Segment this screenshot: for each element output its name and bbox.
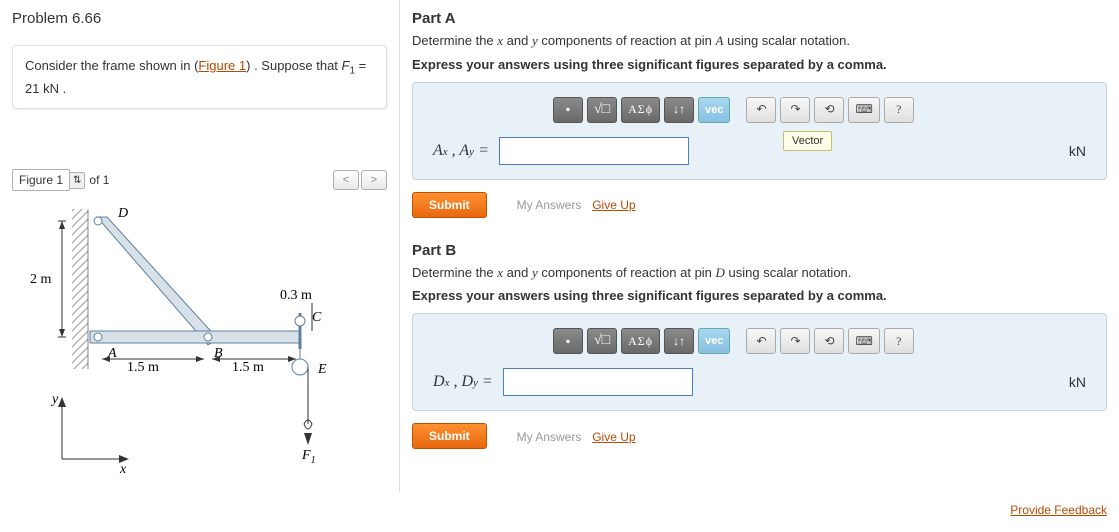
part-b-input[interactable] <box>503 368 693 396</box>
reset-icon[interactable]: ⟲ <box>814 97 844 123</box>
provide-feedback-link[interactable]: Provide Feedback <box>1010 503 1107 517</box>
template-icon[interactable]: ▪ <box>553 97 583 123</box>
problem-title: Problem 6.66 <box>0 0 399 37</box>
left-column: Problem 6.66 Consider the frame shown in… <box>0 0 400 492</box>
vector-button[interactable]: vec <box>698 97 730 123</box>
undo-icon[interactable]: ↶ <box>746 97 776 123</box>
feedback-row: Provide Feedback <box>0 492 1119 523</box>
prompt-box: Consider the frame shown in (Figure 1) .… <box>12 45 387 109</box>
svg-text:F1: F1 <box>301 448 316 466</box>
svg-text:0.3 m: 0.3 m <box>280 288 312 303</box>
my-answers-label: My Answers <box>517 430 582 444</box>
part-b-text: Determine the x and y components of reac… <box>412 263 1107 289</box>
part-a-input[interactable] <box>499 137 689 165</box>
keyboard-icon[interactable]: ⌨ <box>848 328 879 354</box>
svg-text:D: D <box>117 206 128 221</box>
greek-button[interactable]: ΑΣϕ <box>621 97 660 123</box>
figure-nav: < > <box>333 170 387 190</box>
answer-row: Ax , Ay = kN <box>433 137 1086 165</box>
vector-button[interactable]: vec <box>698 328 730 354</box>
redo-icon[interactable]: ↷ <box>780 328 810 354</box>
part-a-submit-row: Submit My Answers Give Up <box>412 186 1107 232</box>
part-b-submit-row: Submit My Answers Give Up <box>412 417 1107 463</box>
undo-icon[interactable]: ↶ <box>746 328 776 354</box>
toolbar: ▪ √□ ΑΣϕ ↓↑ vec ↶ ↷ ⟲ ⌨ ? <box>553 328 1086 354</box>
answer-label: Dx , Dy = <box>433 373 493 391</box>
updown-icon[interactable]: ↓↑ <box>664 328 694 354</box>
part-b-instruction: Express your answers using three signifi… <box>412 288 1107 313</box>
part-a-text: Determine the x and y components of reac… <box>412 31 1107 57</box>
part-b-title: Part B <box>412 232 1107 263</box>
submit-button[interactable]: Submit <box>412 423 487 449</box>
template-icon[interactable]: ▪ <box>553 328 583 354</box>
part-b-answer-box: ▪ √□ ΑΣϕ ↓↑ vec ↶ ↷ ⟲ ⌨ ? Dx , Dy = kN <box>412 313 1107 411</box>
help-button[interactable]: ? <box>884 328 914 354</box>
part-a-instruction: Express your answers using three signifi… <box>412 57 1107 82</box>
prompt-text: ) . Suppose that <box>246 58 341 73</box>
answer-label: Ax , Ay = <box>433 142 489 160</box>
root-fraction-icon[interactable]: √□ <box>587 328 617 354</box>
part-a-answer-box: ▪ √□ ΑΣϕ ↓↑ vec ↶ ↷ ⟲ ⌨ ? Vector Ax , Ay… <box>412 82 1107 180</box>
part-a-title: Part A <box>412 0 1107 31</box>
svg-text:y: y <box>50 392 59 407</box>
my-answers-label: My Answers <box>517 198 582 212</box>
redo-icon[interactable]: ↷ <box>780 97 810 123</box>
svg-text:1.5 m: 1.5 m <box>127 360 159 375</box>
figure-diagram: D A B C E F1 2 m 1.5 m 1.5 m 0.3 m <box>12 199 387 482</box>
svg-text:C: C <box>312 310 322 325</box>
root-fraction-icon[interactable]: √□ <box>587 97 617 123</box>
figure-next-button[interactable]: > <box>361 170 387 190</box>
help-button[interactable]: ? <box>884 97 914 123</box>
vector-tooltip: Vector <box>783 131 832 151</box>
figure-header: Figure 1 ⇅ of 1 < > <box>12 169 387 191</box>
figure-prev-button[interactable]: < <box>333 170 359 190</box>
keyboard-icon[interactable]: ⌨ <box>848 97 879 123</box>
give-up-link[interactable]: Give Up <box>592 430 635 444</box>
svg-text:2 m: 2 m <box>30 272 52 287</box>
updown-icon[interactable]: ↓↑ <box>664 97 694 123</box>
submit-button[interactable]: Submit <box>412 192 487 218</box>
give-up-link[interactable]: Give Up <box>592 198 635 212</box>
svg-text:1.5 m: 1.5 m <box>232 360 264 375</box>
prompt-text: Consider the frame shown in ( <box>25 58 198 73</box>
svg-text:x: x <box>119 462 127 477</box>
unit-label: kN <box>1069 374 1086 390</box>
reset-icon[interactable]: ⟲ <box>814 328 844 354</box>
figure-tab[interactable]: Figure 1 <box>12 169 70 191</box>
greek-button[interactable]: ΑΣϕ <box>621 328 660 354</box>
figure-link[interactable]: Figure 1 <box>198 58 246 73</box>
svg-text:E: E <box>317 362 327 377</box>
unit-label: kN <box>1069 143 1086 159</box>
right-column: Part A Determine the x and y components … <box>400 0 1119 492</box>
figure-updown-icon[interactable]: ⇅ <box>69 172 85 189</box>
toolbar: ▪ √□ ΑΣϕ ↓↑ vec ↶ ↷ ⟲ ⌨ ? <box>553 97 1086 123</box>
figure-count: of 1 <box>89 173 109 187</box>
answer-row: Dx , Dy = kN <box>433 368 1086 396</box>
